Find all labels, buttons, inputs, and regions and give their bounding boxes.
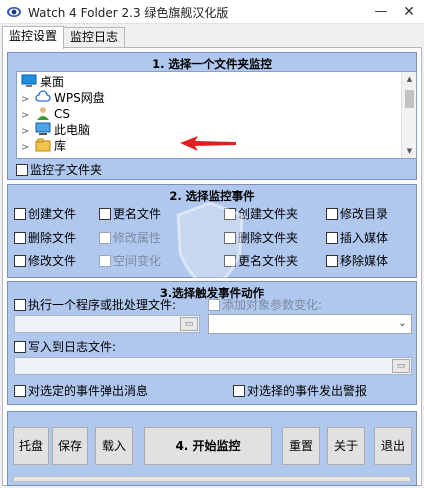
event-remove-media-checkbox[interactable]: 移除媒体 <box>326 254 388 268</box>
params-select[interactable]: ⌄ <box>208 314 412 334</box>
tree-label: 此电脑 <box>54 123 91 137</box>
scroll-up-icon[interactable]: ▲ <box>402 72 417 86</box>
window-title: Watch 4 Folder 2.3 绿色旗舰汉化版 <box>28 6 229 20</box>
status-progress-bar <box>13 476 411 482</box>
event-insert-media-checkbox[interactable]: 插入媒体 <box>326 231 388 245</box>
checkbox-box[interactable] <box>16 164 28 176</box>
checkbox-label: 插入媒体 <box>340 231 389 245</box>
checkbox-box[interactable] <box>14 299 26 311</box>
folder-select-panel: 1. 选择一个文件夹监控 桌面 > WPS网盘 > CS > 此电脑 > 库 ▲… <box>7 52 417 180</box>
expand-arrow-icon[interactable]: > <box>21 140 35 156</box>
title-bar: Watch 4 Folder 2.3 绿色旗舰汉化版 — ✕ <box>0 0 424 24</box>
checkbox-box[interactable] <box>326 255 338 267</box>
button-panel: 托盘 保存 载入 4. 开始监控 重置 关于 退出 <box>7 411 417 486</box>
checkbox-label: 修改目录 <box>340 207 389 221</box>
browse-file-icon[interactable]: ▭ <box>392 359 410 373</box>
checkbox-box[interactable] <box>99 208 111 220</box>
checkbox-box[interactable] <box>326 232 338 244</box>
tab-strip: 监控设置 监控日志 <box>0 26 424 49</box>
tree-label: 库 <box>54 139 67 153</box>
desktop-icon <box>21 74 37 87</box>
checkbox-label: 移除媒体 <box>340 254 389 268</box>
checkbox-label: 添加对象参数变化: <box>222 298 323 312</box>
tree-item-cs[interactable]: > CS <box>21 106 70 122</box>
checkbox-label: 对选定的事件弹出消息 <box>28 384 149 398</box>
tray-button[interactable]: 托盘 <box>13 427 49 465</box>
subfolders-checkbox[interactable]: 监控子文件夹 <box>16 163 102 177</box>
section1-title: 1. 选择一个文件夹监控 <box>152 57 272 71</box>
event-modify-file-checkbox[interactable]: 修改文件 <box>14 254 76 268</box>
start-monitor-button[interactable]: 4. 开始监控 <box>144 427 272 465</box>
tree-item-wps-cloud[interactable]: > WPS网盘 <box>21 90 105 106</box>
event-create-file-checkbox[interactable]: 创建文件 <box>14 207 76 221</box>
tab-monitor-log[interactable]: 监控日志 <box>63 27 126 48</box>
checkbox-label: 删除文件 <box>28 231 77 245</box>
action-panel: 3.选择触发事件动作 执行一个程序或批处理文件: 添加对象参数变化: ▭ ⌄ 写… <box>7 281 417 405</box>
reset-button[interactable]: 重置 <box>282 427 320 465</box>
computer-icon <box>35 122 51 135</box>
tree-label: WPS网盘 <box>54 91 105 105</box>
checkbox-box[interactable] <box>233 385 245 397</box>
user-icon <box>37 107 49 120</box>
checkbox-label: 写入到日志文件: <box>28 340 117 354</box>
checkbox-label: 创建文件 <box>28 207 77 221</box>
checkbox-box[interactable] <box>14 385 26 397</box>
alarm-checkbox[interactable]: 对选择的事件发出警报 <box>233 384 367 398</box>
app-eye-icon <box>7 7 21 17</box>
popup-message-checkbox[interactable]: 对选定的事件弹出消息 <box>14 384 148 398</box>
tree-item-desktop[interactable]: 桌面 <box>21 74 64 90</box>
about-button[interactable]: 关于 <box>327 427 365 465</box>
checkbox-box[interactable] <box>14 208 26 220</box>
scroll-down-icon[interactable]: ▼ <box>402 144 417 158</box>
exit-button[interactable]: 退出 <box>374 427 412 465</box>
checkbox-label: 执行一个程序或批处理文件: <box>28 298 177 312</box>
chevron-down-icon[interactable]: ⌄ <box>394 315 411 333</box>
add-params-checkbox[interactable]: 添加对象参数变化: <box>208 298 322 312</box>
checkbox-box[interactable] <box>99 232 111 244</box>
checkbox-box[interactable] <box>14 232 26 244</box>
tab-monitor-settings[interactable]: 监控设置 <box>2 26 65 49</box>
checkbox-label: 对选择的事件发出警报 <box>247 384 368 398</box>
load-button[interactable]: 载入 <box>95 427 133 465</box>
checkbox-label: 监控子文件夹 <box>30 163 103 177</box>
checkbox-box[interactable] <box>14 341 26 353</box>
write-log-checkbox[interactable]: 写入到日志文件: <box>14 340 116 354</box>
browse-folder-icon[interactable]: ▭ <box>180 317 198 331</box>
tree-item-this-pc[interactable]: > 此电脑 <box>21 122 90 138</box>
checkbox-box[interactable] <box>14 255 26 267</box>
minimize-icon[interactable]: — <box>366 0 396 24</box>
scroll-thumb[interactable] <box>405 90 414 108</box>
checkbox-box[interactable] <box>326 208 338 220</box>
cloud-icon <box>35 90 51 102</box>
close-icon[interactable]: ✕ <box>394 0 424 24</box>
library-icon <box>35 138 51 152</box>
save-button[interactable]: 保存 <box>52 427 88 465</box>
log-path-field[interactable]: ▭ <box>14 357 412 375</box>
tree-scrollbar[interactable]: ▲ ▼ <box>401 72 416 158</box>
tree-item-library[interactable]: > 库 <box>21 138 66 154</box>
event-modify-dir-checkbox[interactable]: 修改目录 <box>326 207 388 221</box>
tree-label: 桌面 <box>40 75 65 89</box>
checkbox-label: 修改文件 <box>28 254 77 268</box>
run-program-checkbox[interactable]: 执行一个程序或批处理文件: <box>14 298 176 312</box>
program-path-field[interactable]: ▭ <box>14 315 200 333</box>
pointer-arrow-icon <box>180 136 236 151</box>
event-delete-file-checkbox[interactable]: 删除文件 <box>14 231 76 245</box>
checkbox-box[interactable] <box>99 255 111 267</box>
watermark-shield-icon <box>176 201 244 291</box>
tree-label: CS <box>54 107 70 121</box>
checkbox-box[interactable] <box>208 299 220 311</box>
